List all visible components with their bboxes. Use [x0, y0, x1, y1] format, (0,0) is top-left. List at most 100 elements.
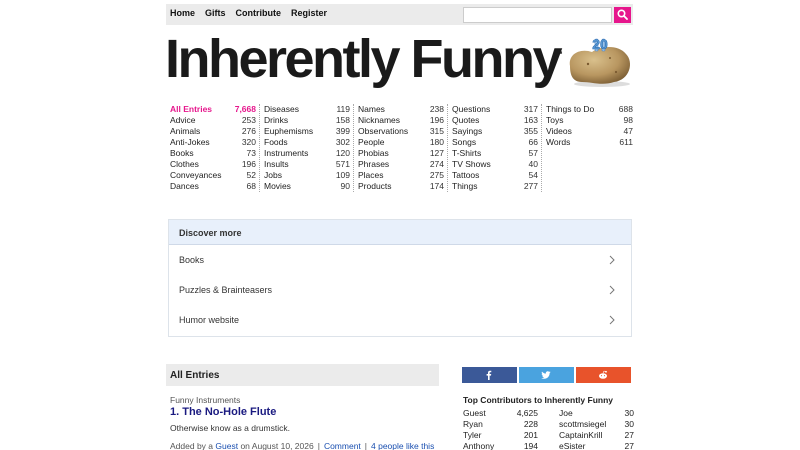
- contributor-link[interactable]: Tyler: [463, 430, 481, 441]
- category-link[interactable]: Clothes: [170, 159, 199, 170]
- facebook-share-button[interactable]: [462, 367, 517, 383]
- contributor-link[interactable]: Anthony: [463, 441, 494, 450]
- category-row: Insults 571: [264, 159, 350, 170]
- category-link[interactable]: People: [358, 137, 384, 148]
- category-row: Dances 68: [170, 181, 256, 192]
- contributor-count: 228: [523, 419, 538, 429]
- category-row: Questions 317: [452, 104, 538, 115]
- reddit-icon: [599, 370, 607, 379]
- category-link[interactable]: Anti-Jokes: [170, 137, 210, 148]
- contributor-link[interactable]: scottmsiegel: [559, 419, 606, 430]
- category-link[interactable]: Nicknames: [358, 115, 400, 126]
- main-nav: Home Gifts Contribute Register: [170, 8, 337, 18]
- reddit-share-button[interactable]: [576, 367, 631, 383]
- contributor-count: 4,625: [516, 408, 538, 418]
- contributors-list-left: Guest 4,625 Ryan 228 Tyler 201 Anthony 194: [463, 408, 538, 450]
- entry-title[interactable]: 1. The No-Hole Flute: [170, 406, 276, 418]
- category-count: 174: [429, 181, 444, 191]
- contributor-link[interactable]: Joe: [559, 408, 573, 419]
- category-link[interactable]: Movies: [264, 181, 291, 192]
- contributor-link[interactable]: Ryan: [463, 419, 483, 430]
- category-count: 40: [528, 159, 538, 169]
- category-count: 54: [528, 170, 538, 180]
- category-link[interactable]: Instruments: [264, 148, 308, 159]
- category-row: Books 73: [170, 148, 256, 159]
- category-column: Diseases 119 Drinks 158 Euphemisms 399 Food…: [260, 104, 354, 192]
- contributor-link[interactable]: Guest: [463, 408, 486, 419]
- category-count: 277: [523, 181, 538, 191]
- contributor-count: 30: [624, 419, 634, 429]
- category-link[interactable]: Foods: [264, 137, 288, 148]
- category-link[interactable]: Animals: [170, 126, 200, 137]
- category-link[interactable]: Questions: [452, 104, 490, 115]
- category-column: Questions 317 Quotes 163 Sayings 355 Songs 6…: [448, 104, 542, 192]
- category-link[interactable]: Quotes: [452, 115, 479, 126]
- category-row: Animals 276: [170, 126, 256, 137]
- category-link[interactable]: Names: [358, 104, 385, 115]
- category-count: 315: [429, 126, 444, 136]
- category-link[interactable]: Places: [358, 170, 384, 181]
- category-link[interactable]: Products: [358, 181, 392, 192]
- category-count: 120: [335, 148, 350, 158]
- category-link[interactable]: Things to Do: [546, 104, 594, 115]
- category-link[interactable]: Toys: [546, 115, 563, 126]
- entry-author-link[interactable]: Guest: [215, 441, 238, 450]
- category-link[interactable]: Things: [452, 181, 478, 192]
- nav-contribute[interactable]: Contribute: [236, 8, 282, 18]
- chevron-right-icon: [609, 285, 615, 295]
- category-row: Euphemisms 399: [264, 126, 350, 137]
- site-logo[interactable]: Inherently Funny: [165, 32, 563, 86]
- category-row: Advice 253: [170, 115, 256, 126]
- category-link[interactable]: Observations: [358, 126, 408, 137]
- category-link[interactable]: Jobs: [264, 170, 282, 181]
- category-link[interactable]: Dances: [170, 181, 199, 192]
- category-row: Phrases 274: [358, 159, 444, 170]
- category-link[interactable]: Drinks: [264, 115, 288, 126]
- category-link[interactable]: Sayings: [452, 126, 482, 137]
- category-link[interactable]: Diseases: [264, 104, 299, 115]
- contributor-row: scottmsiegel 30: [559, 419, 634, 430]
- category-row: Things to Do 688: [546, 104, 633, 115]
- nav-register[interactable]: Register: [291, 8, 327, 18]
- nav-gifts[interactable]: Gifts: [205, 8, 226, 18]
- category-link[interactable]: T-Shirts: [452, 148, 481, 159]
- nav-home[interactable]: Home: [170, 8, 195, 18]
- category-link[interactable]: Words: [546, 137, 570, 148]
- category-link[interactable]: Videos: [546, 126, 572, 137]
- category-count: 52: [246, 170, 256, 180]
- category-count: 275: [429, 170, 444, 180]
- category-link[interactable]: TV Shows: [452, 159, 491, 170]
- category-column: Things to Do 688 Toys 98 Videos 47 Words 611: [542, 104, 636, 192]
- contributor-link[interactable]: eSister: [559, 441, 585, 450]
- contributor-count: 194: [523, 441, 538, 450]
- category-all-entries[interactable]: All Entries: [170, 104, 212, 115]
- discover-item-books[interactable]: Books: [169, 245, 631, 275]
- category-link[interactable]: Euphemisms: [264, 126, 313, 137]
- search-input[interactable]: [463, 7, 612, 23]
- contributor-link[interactable]: CaptainKrill: [559, 430, 602, 441]
- category-row: Anti-Jokes 320: [170, 137, 256, 148]
- category-link[interactable]: Conveyances: [170, 170, 222, 181]
- comment-link[interactable]: Comment: [324, 441, 361, 450]
- search-button[interactable]: [614, 7, 631, 23]
- entry-category[interactable]: Funny Instruments: [170, 395, 240, 405]
- discover-item-puzzles[interactable]: Puzzles & Brainteasers: [169, 275, 631, 305]
- category-link[interactable]: Phobias: [358, 148, 389, 159]
- likes-link[interactable]: 4 people like this: [371, 441, 434, 450]
- potato-mascot-icon: 20: [569, 36, 630, 87]
- category-link[interactable]: Phrases: [358, 159, 389, 170]
- category-link[interactable]: Advice: [170, 115, 196, 126]
- category-link[interactable]: Songs: [452, 137, 476, 148]
- category-link[interactable]: Insults: [264, 159, 289, 170]
- category-count: 399: [335, 126, 350, 136]
- contributor-count: 27: [624, 441, 634, 450]
- category-row: Places 275: [358, 170, 444, 181]
- category-link[interactable]: Books: [170, 148, 194, 159]
- category-count: 196: [241, 159, 256, 169]
- contributor-count: 30: [624, 408, 634, 418]
- twitter-share-button[interactable]: [519, 367, 574, 383]
- category-link[interactable]: Tattoos: [452, 170, 479, 181]
- category-row: Songs 66: [452, 137, 538, 148]
- category-count: 253: [241, 115, 256, 125]
- discover-item-humor-website[interactable]: Humor website: [169, 305, 631, 335]
